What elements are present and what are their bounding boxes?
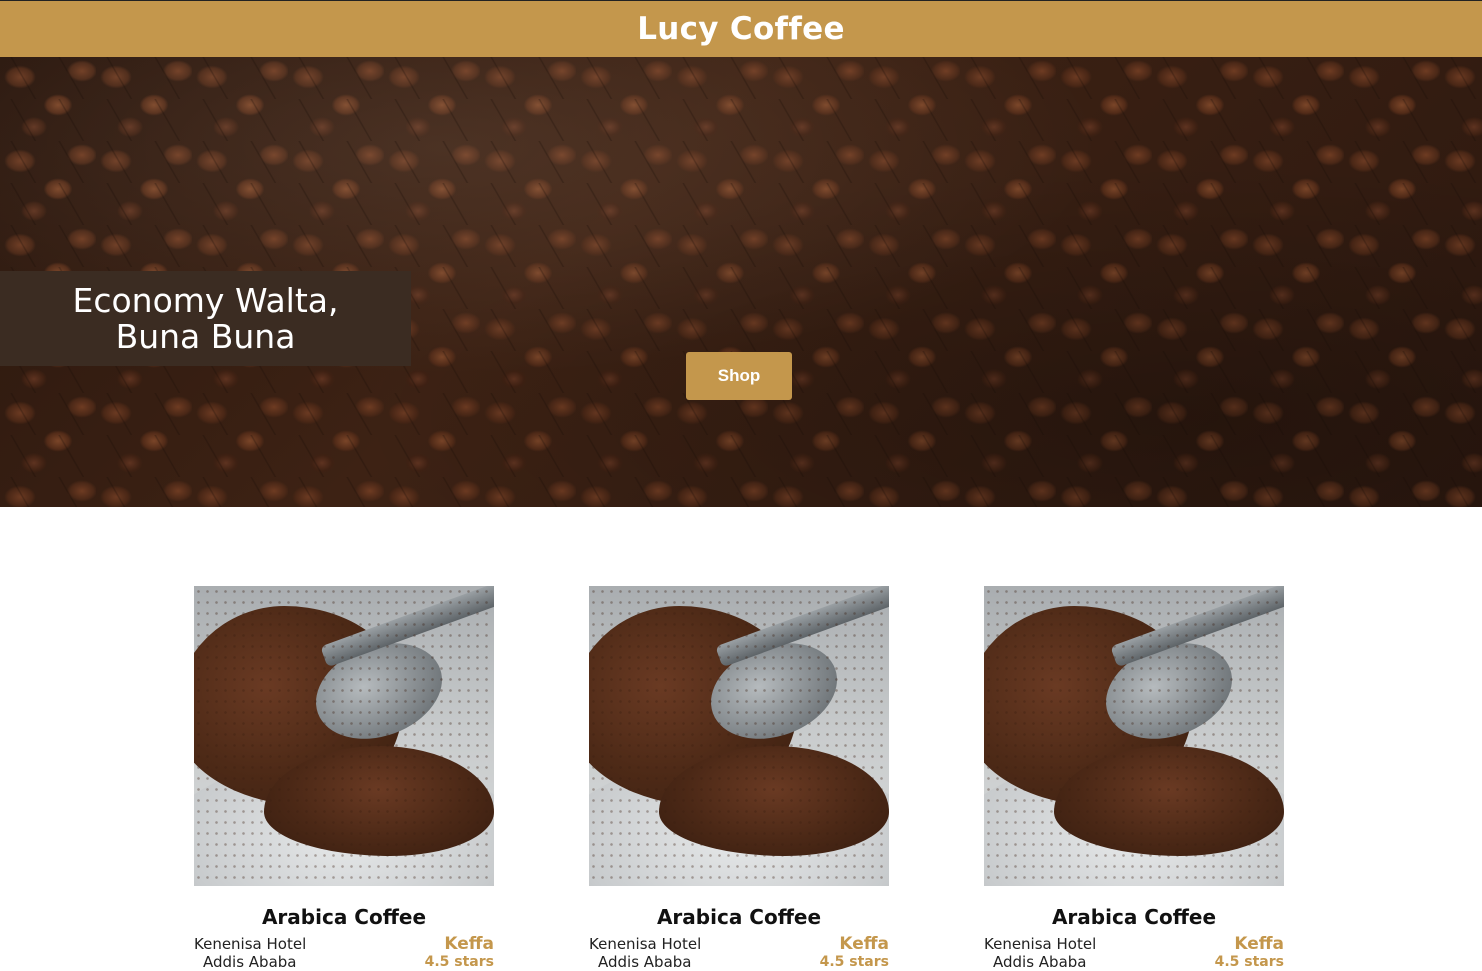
product-origin: Keffa (444, 934, 494, 954)
product-card[interactable]: Arabica Coffee Kenenisa Hotel Addis Abab… (194, 586, 494, 971)
product-city: Addis Ababa (598, 953, 692, 971)
product-meta: Kenenisa Hotel Addis Ababa Keffa 4.5 sta… (589, 935, 889, 971)
ground-coffee-image[interactable] (984, 586, 1284, 886)
product-venue: Kenenisa Hotel (589, 935, 702, 953)
hero-tagline-line-1: Economy Walta, (72, 280, 339, 320)
product-location: Kenenisa Hotel Addis Ababa (589, 935, 701, 971)
hero-tagline-line-2: Buna Buna (115, 316, 296, 356)
product-city: Addis Ababa (993, 953, 1087, 971)
product-details: Keffa 4.5 stars (820, 935, 889, 971)
product-details: Keffa 4.5 stars (425, 935, 494, 971)
shop-button[interactable]: Shop (686, 352, 792, 400)
product-meta: Kenenisa Hotel Addis Ababa Keffa 4.5 sta… (194, 935, 494, 971)
product-details: Keffa 4.5 stars (1215, 935, 1284, 971)
product-rating: 4.5 stars (819, 954, 889, 970)
ground-coffee-image[interactable] (194, 586, 494, 886)
product-origin: Keffa (839, 934, 889, 954)
hero-tagline-box: Economy Walta, Buna Buna (0, 271, 411, 366)
product-meta: Kenenisa Hotel Addis Ababa Keffa 4.5 sta… (984, 935, 1284, 971)
product-name[interactable]: Arabica Coffee (984, 905, 1284, 929)
site-title[interactable]: Lucy Coffee (637, 11, 845, 47)
product-name[interactable]: Arabica Coffee (589, 905, 889, 929)
site-header: Lucy Coffee (0, 1, 1482, 57)
product-name[interactable]: Arabica Coffee (194, 905, 494, 929)
product-rating: 4.5 stars (1214, 954, 1284, 970)
coffee-grain-texture (194, 586, 494, 886)
product-venue: Kenenisa Hotel (984, 935, 1097, 953)
coffee-grain-texture (589, 586, 889, 886)
coffee-grain-texture (984, 586, 1284, 886)
product-city: Addis Ababa (203, 953, 297, 971)
product-location: Kenenisa Hotel Addis Ababa (194, 935, 306, 971)
product-venue: Kenenisa Hotel (194, 935, 307, 953)
product-card[interactable]: Arabica Coffee Kenenisa Hotel Addis Abab… (984, 586, 1284, 971)
product-rating: 4.5 stars (424, 954, 494, 970)
product-card[interactable]: Arabica Coffee Kenenisa Hotel Addis Abab… (589, 586, 889, 971)
ground-coffee-image[interactable] (589, 586, 889, 886)
product-location: Kenenisa Hotel Addis Ababa (984, 935, 1096, 971)
product-origin: Keffa (1234, 934, 1284, 954)
